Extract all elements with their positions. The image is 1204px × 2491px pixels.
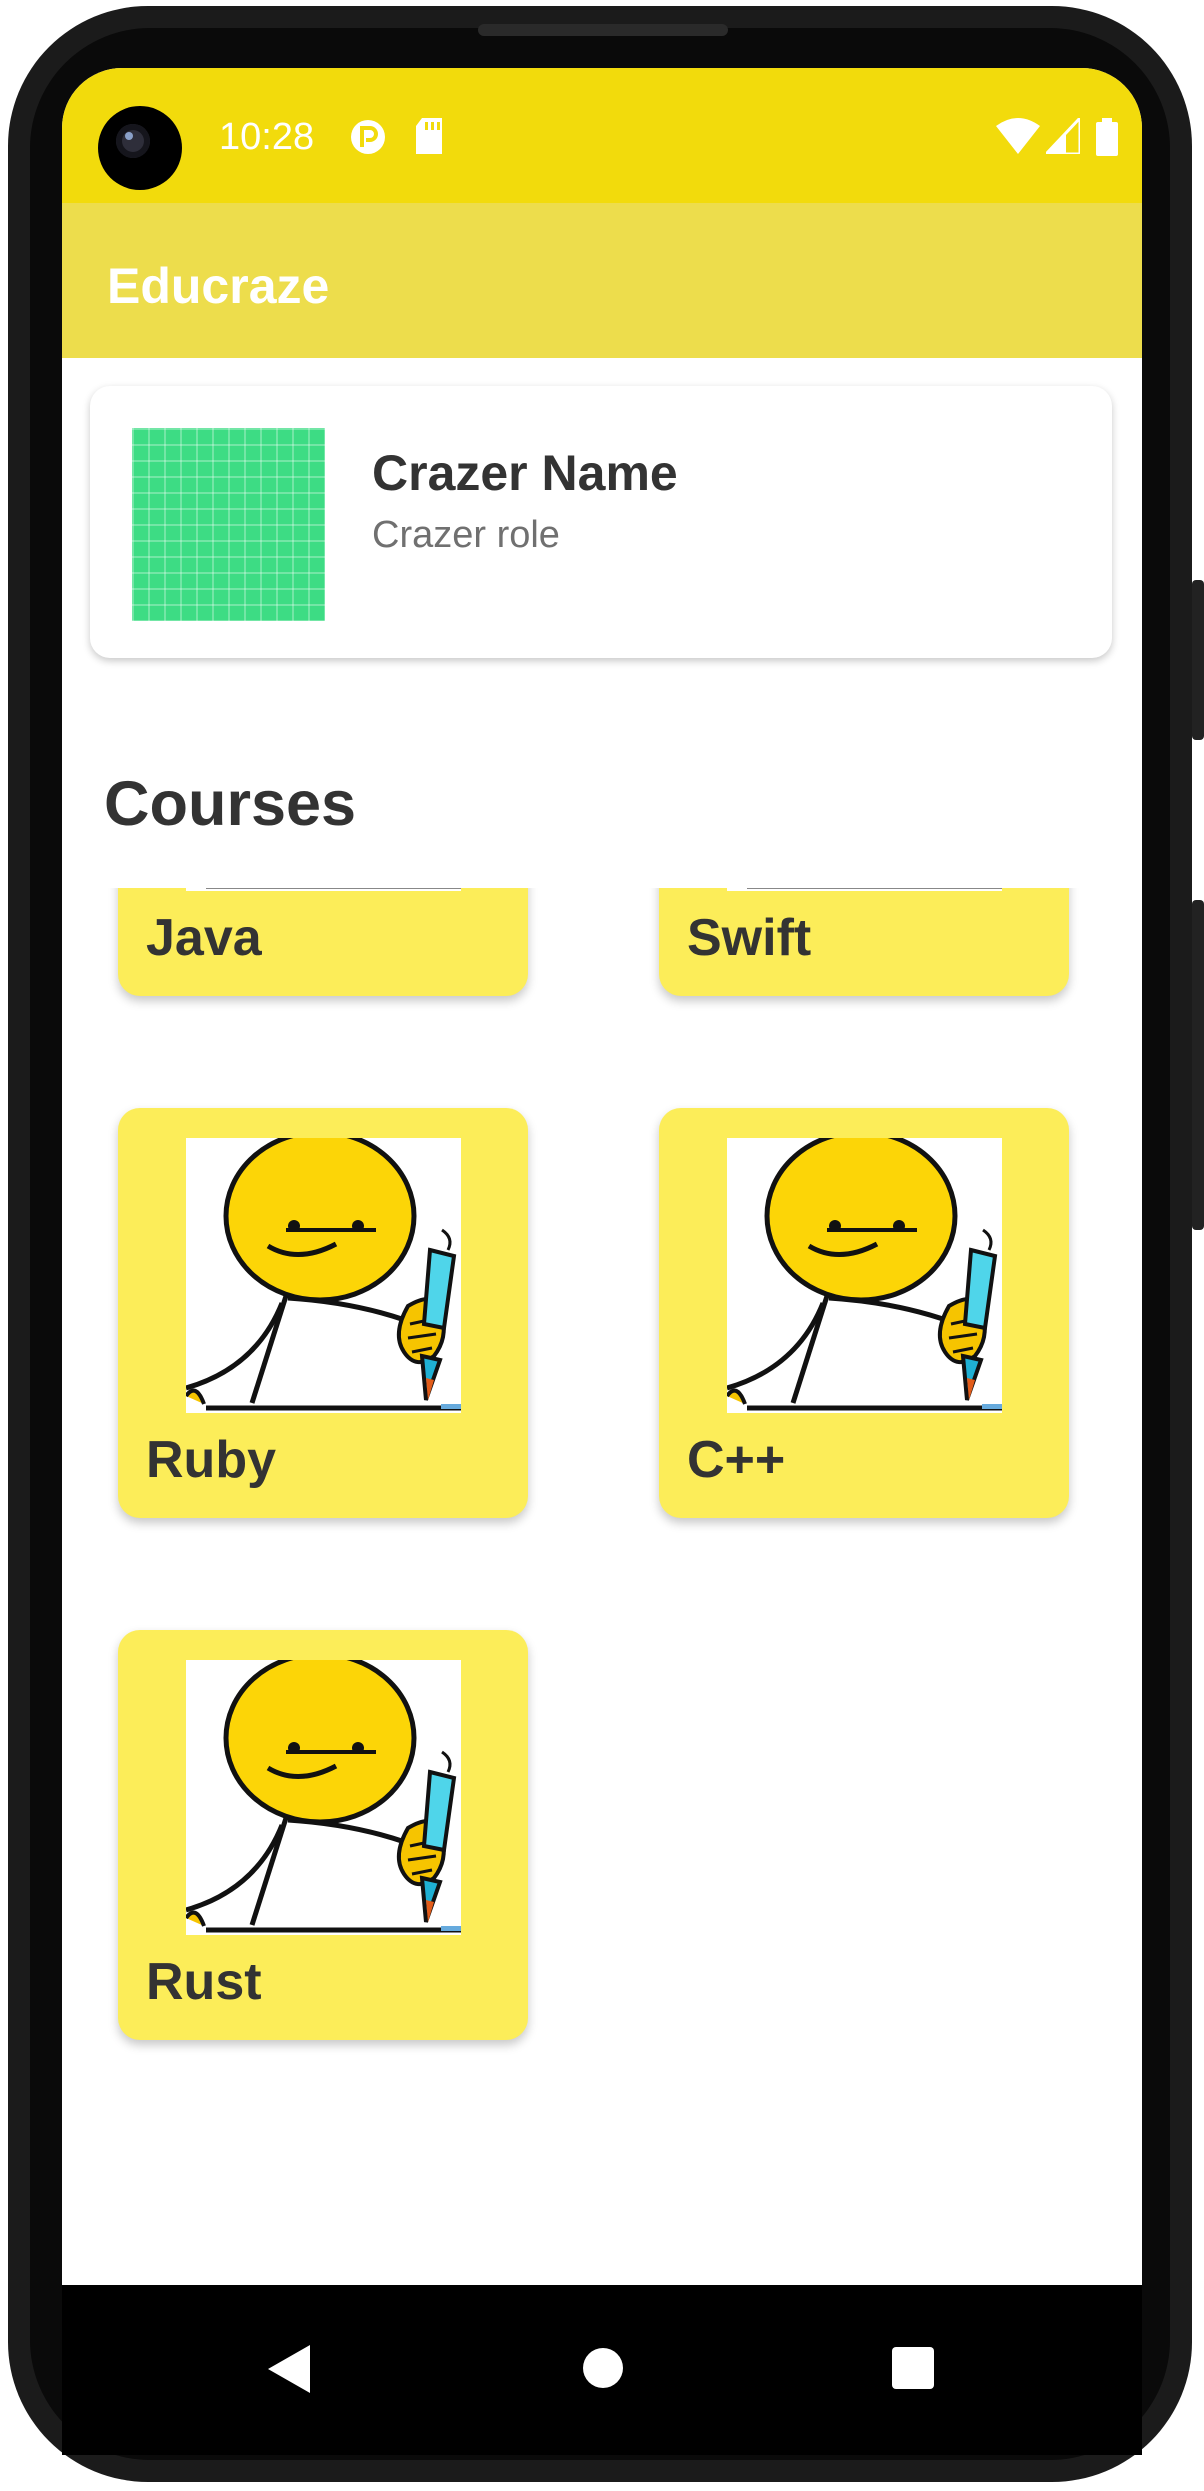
courses-heading: Courses — [104, 769, 357, 839]
course-illustration — [186, 1660, 461, 1935]
course-illustration — [186, 888, 461, 891]
recents-icon[interactable] — [892, 2347, 934, 2389]
course-label: Swift — [687, 909, 812, 967]
course-card-rust[interactable]: Rust — [118, 1630, 528, 2040]
course-card-java[interactable]: Java — [118, 888, 528, 996]
course-image — [186, 888, 461, 891]
course-image — [727, 1138, 1002, 1413]
wifi-icon — [996, 118, 1040, 154]
power-button — [1192, 900, 1204, 1230]
screen: 10:28 Educraze Crazer Name Crazer role C… — [62, 68, 1142, 2285]
course-card-swift[interactable]: Swift — [659, 888, 1069, 996]
navigation-bar — [62, 2285, 1142, 2455]
volume-button — [1192, 580, 1204, 740]
course-illustration — [727, 1138, 1002, 1413]
course-label: Java — [146, 909, 262, 967]
home-icon[interactable] — [582, 2347, 624, 2389]
speaker-slot — [478, 24, 728, 36]
course-image — [727, 888, 1002, 891]
course-image — [186, 1660, 461, 1935]
course-card-ruby[interactable]: Ruby — [118, 1108, 528, 1518]
front-camera — [98, 106, 182, 190]
course-illustration — [727, 888, 1002, 891]
course-grid[interactable]: Java Swift Ruby C++ Rust — [62, 888, 1142, 2285]
app-title: Educraze — [107, 258, 330, 314]
battery-icon — [1096, 118, 1118, 156]
profile-name: Crazer Name — [372, 445, 678, 501]
course-card-cpp[interactable]: C++ — [659, 1108, 1069, 1518]
course-image — [186, 1138, 461, 1413]
course-label: Ruby — [146, 1431, 276, 1489]
status-bar: 10:28 — [62, 68, 1142, 203]
course-illustration — [186, 1138, 461, 1413]
phone-frame: 10:28 Educraze Crazer Name Crazer role C… — [0, 0, 1204, 2491]
status-time: 10:28 — [219, 116, 315, 158]
app-bar: Educraze — [62, 203, 1142, 358]
profile-card[interactable]: Crazer Name Crazer role — [90, 386, 1112, 658]
signal-icon — [1046, 118, 1080, 154]
sd-card-icon — [416, 118, 442, 154]
profile-role: Crazer role — [372, 514, 560, 556]
course-label: C++ — [687, 1431, 786, 1489]
course-label: Rust — [146, 1953, 262, 2011]
avatar — [132, 428, 325, 621]
notification-r-icon — [351, 120, 385, 154]
back-icon[interactable] — [268, 2345, 310, 2393]
